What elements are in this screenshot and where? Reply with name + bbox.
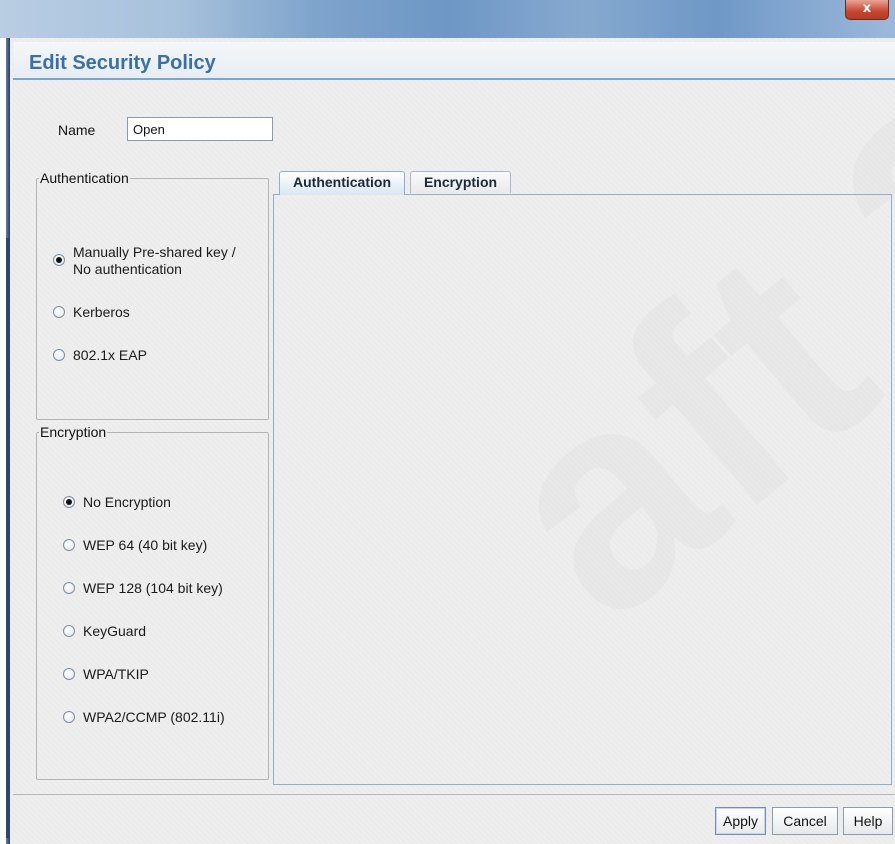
name-label: Name [58,122,96,138]
enc-option-wpa2-ccmp[interactable]: WPA2/CCMP (802.11i) [63,709,225,725]
enc-option-label: WEP 128 (104 bit key) [83,580,223,596]
footer-divider [13,794,895,795]
authentication-group: Authentication [36,170,269,420]
auth-option-8021x-eap[interactable]: 802.1x EAP [53,347,147,363]
tab-container: Authentication Encryption [272,171,892,785]
radio-icon [53,306,65,318]
radio-selected-icon [63,496,75,508]
name-input[interactable] [127,117,273,141]
enc-option-label: WPA/TKIP [83,666,149,682]
radio-icon [63,582,75,594]
radio-icon [63,668,75,680]
dialog-header: Edit Security Policy [13,42,895,80]
auth-option-label: Kerberos [73,304,130,320]
enc-option-label: WEP 64 (40 bit key) [83,537,208,553]
enc-option-no-encryption[interactable]: No Encryption [63,494,171,510]
radio-icon [63,711,75,723]
auth-option-kerberos[interactable]: Kerberos [53,304,130,320]
enc-option-label: No Encryption [83,494,171,510]
help-button[interactable]: Help [843,807,893,835]
radio-icon [53,349,65,361]
auth-option-preshared-key[interactable]: Manually Pre-shared key / No authenticat… [53,244,236,278]
window-titlebar[interactable]: x [0,0,895,38]
auth-option-label: 802.1x EAP [73,347,147,363]
enc-option-wep64[interactable]: WEP 64 (40 bit key) [63,537,207,553]
close-icon: x [862,1,872,16]
tab-panel [273,194,892,785]
radio-icon [63,625,75,637]
tab-authentication[interactable]: Authentication [279,171,405,195]
cancel-button[interactable]: Cancel [772,807,838,835]
auth-option-label: Manually Pre-shared key / No authenticat… [73,244,236,277]
enc-option-keyguard[interactable]: KeyGuard [63,623,146,639]
apply-button[interactable]: Apply [715,807,766,835]
encryption-group: Encryption [36,424,269,780]
radio-icon [63,539,75,551]
enc-option-label: WPA2/CCMP (802.11i) [83,709,225,725]
enc-option-label: KeyGuard [83,623,147,639]
dialog-body: aft 2 Edit Security Policy Name Authenti… [10,25,895,844]
enc-option-wep128[interactable]: WEP 128 (104 bit key) [63,580,223,596]
authentication-legend: Authentication [40,170,129,186]
dialog-title: Edit Security Policy [29,52,216,74]
radio-selected-icon [53,254,65,266]
encryption-legend: Encryption [40,424,107,440]
enc-option-wpa-tkip[interactable]: WPA/TKIP [63,666,149,682]
close-button[interactable]: x [845,0,889,20]
tab-encryption[interactable]: Encryption [410,171,511,193]
